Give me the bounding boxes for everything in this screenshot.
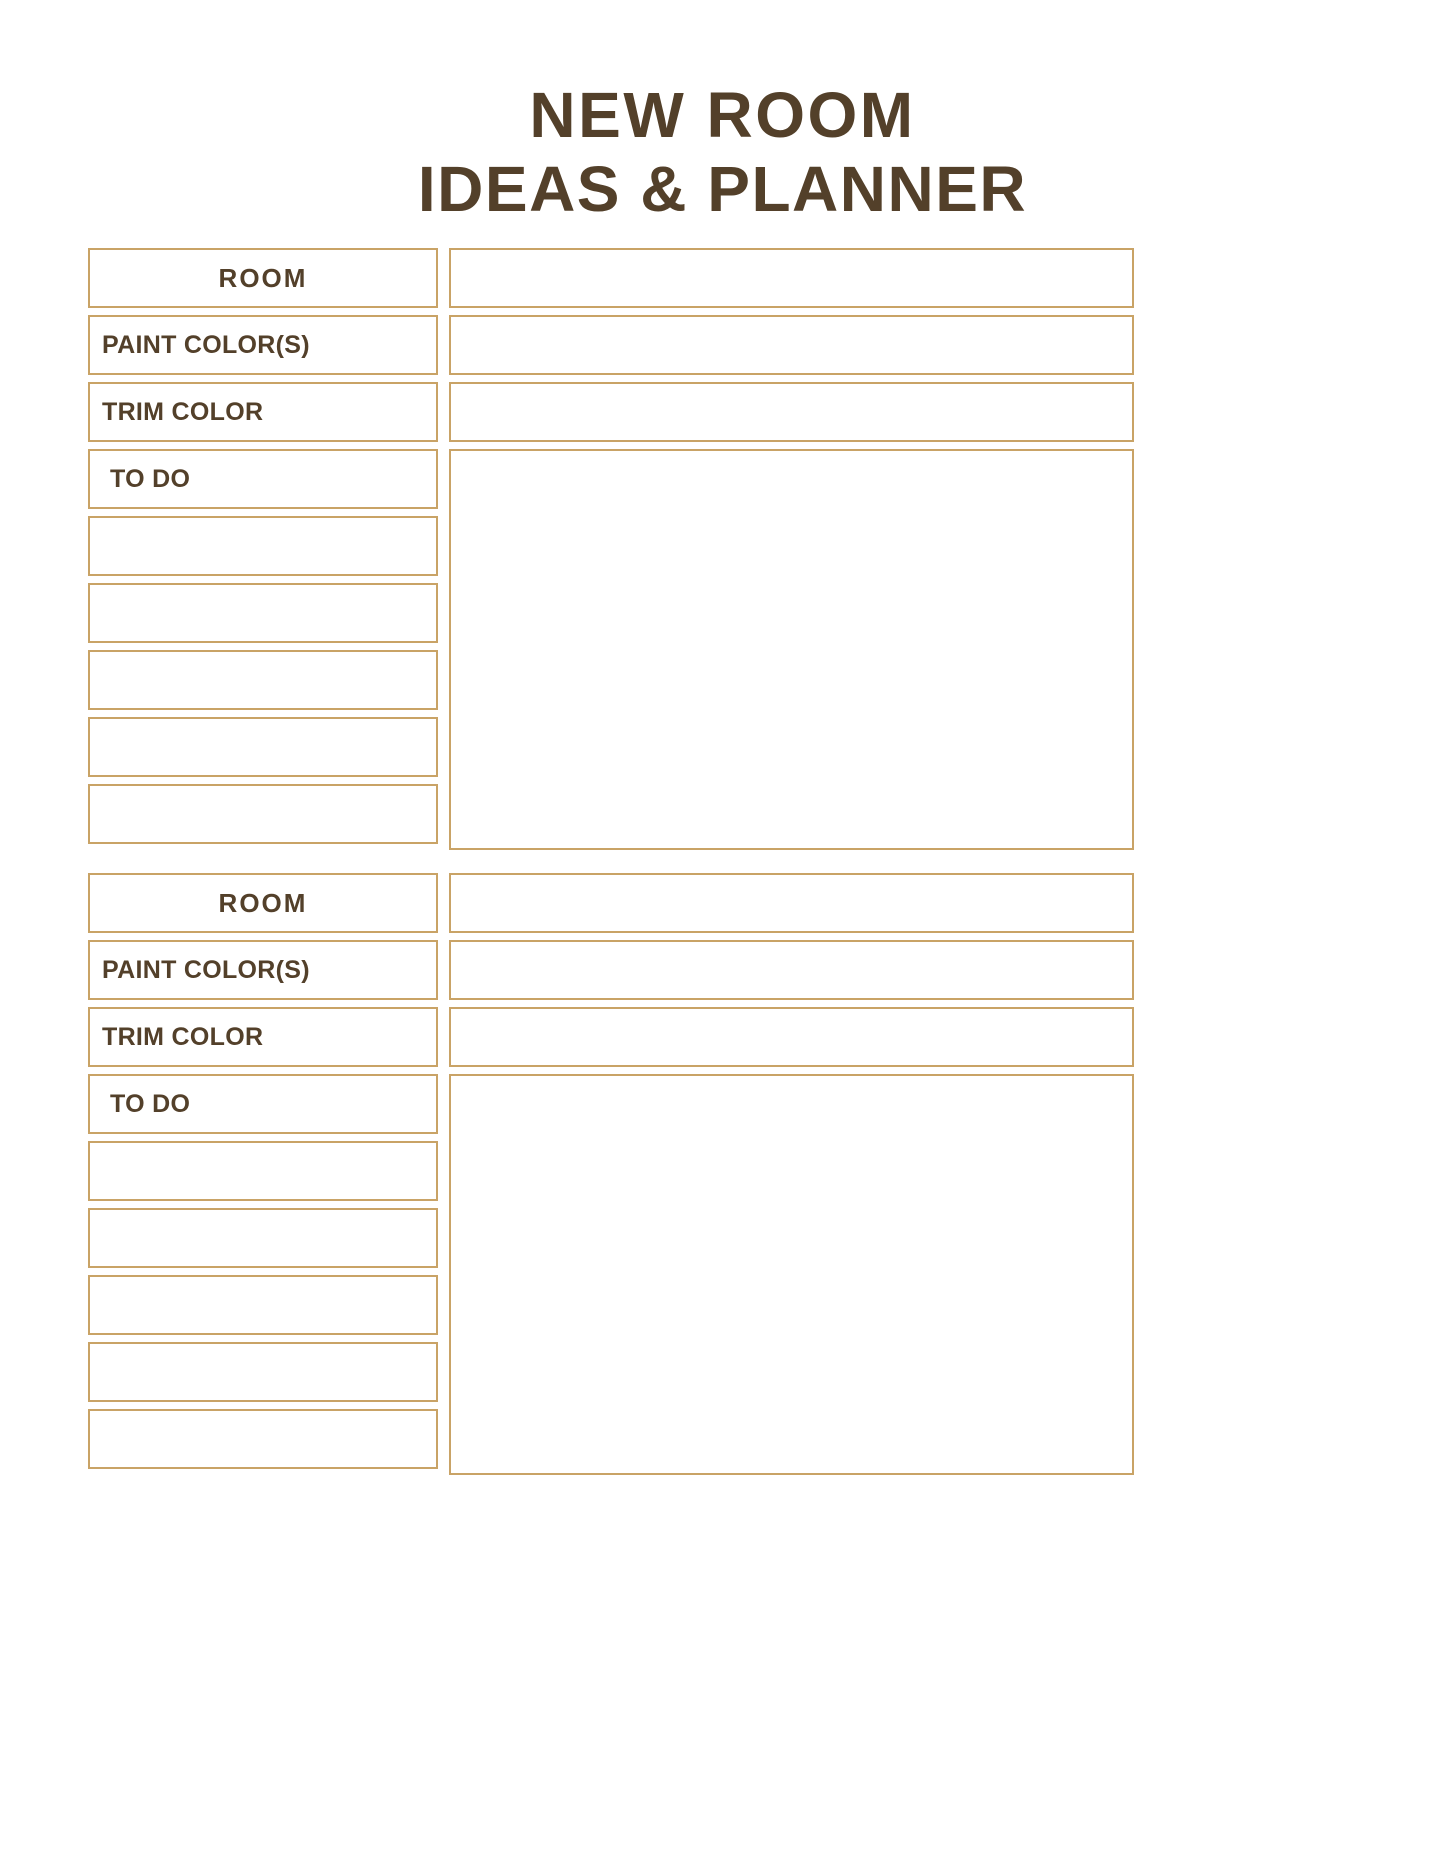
room-input[interactable] — [449, 248, 1134, 308]
planner-page: NEW ROOM IDEAS & PLANNER ROOM PAINT COLO… — [0, 0, 1445, 1871]
paint-color-label: PAINT COLOR(S) — [102, 330, 310, 359]
todo-item-input[interactable] — [88, 1208, 438, 1268]
trim-color-label-cell: TRIM COLOR — [88, 1007, 438, 1067]
todo-item-input[interactable] — [88, 516, 438, 576]
todo-label-cell: TO DO — [88, 449, 438, 509]
trim-color-input[interactable] — [449, 382, 1134, 442]
trim-color-row: TRIM COLOR — [88, 382, 1134, 442]
todo-label-cell: TO DO — [88, 1074, 438, 1134]
todo-notes-input[interactable] — [449, 449, 1134, 850]
todo-item-input[interactable] — [88, 784, 438, 844]
room-entry-section-1: ROOM PAINT COLOR(S) TRIM COLOR TO DO — [88, 248, 1134, 851]
todo-item-input[interactable] — [88, 1342, 438, 1402]
room-row: ROOM — [88, 248, 1134, 308]
trim-color-label: TRIM COLOR — [102, 1022, 264, 1051]
page-title: NEW ROOM IDEAS & PLANNER — [0, 78, 1445, 226]
paint-color-label-cell: PAINT COLOR(S) — [88, 315, 438, 375]
paint-color-label-cell: PAINT COLOR(S) — [88, 940, 438, 1000]
todo-label: TO DO — [110, 1089, 191, 1118]
room-label: ROOM — [218, 888, 308, 918]
trim-color-row: TRIM COLOR — [88, 1007, 1134, 1067]
todo-item-input[interactable] — [88, 583, 438, 643]
room-input[interactable] — [449, 873, 1134, 933]
todo-item-input[interactable] — [88, 717, 438, 777]
room-entry-section-2: ROOM PAINT COLOR(S) TRIM COLOR TO DO — [88, 873, 1134, 1476]
todo-group: TO DO — [88, 1074, 1134, 1475]
trim-color-label: TRIM COLOR — [102, 397, 264, 426]
paint-color-input[interactable] — [449, 940, 1134, 1000]
todo-notes-input[interactable] — [449, 1074, 1134, 1475]
todo-item-input[interactable] — [88, 1409, 438, 1469]
page-title-line-1: NEW ROOM — [529, 79, 916, 151]
room-label-cell: ROOM — [88, 873, 438, 933]
trim-color-label-cell: TRIM COLOR — [88, 382, 438, 442]
todo-label: TO DO — [110, 464, 191, 493]
paint-color-row: PAINT COLOR(S) — [88, 940, 1134, 1000]
todo-item-input[interactable] — [88, 1141, 438, 1201]
paint-color-row: PAINT COLOR(S) — [88, 315, 1134, 375]
trim-color-input[interactable] — [449, 1007, 1134, 1067]
room-label-cell: ROOM — [88, 248, 438, 308]
todo-group: TO DO — [88, 449, 1134, 850]
room-row: ROOM — [88, 873, 1134, 933]
todo-item-input[interactable] — [88, 650, 438, 710]
paint-color-input[interactable] — [449, 315, 1134, 375]
todo-item-input[interactable] — [88, 1275, 438, 1335]
paint-color-label: PAINT COLOR(S) — [102, 955, 310, 984]
room-label: ROOM — [218, 263, 308, 293]
page-title-line-2: IDEAS & PLANNER — [417, 153, 1028, 225]
